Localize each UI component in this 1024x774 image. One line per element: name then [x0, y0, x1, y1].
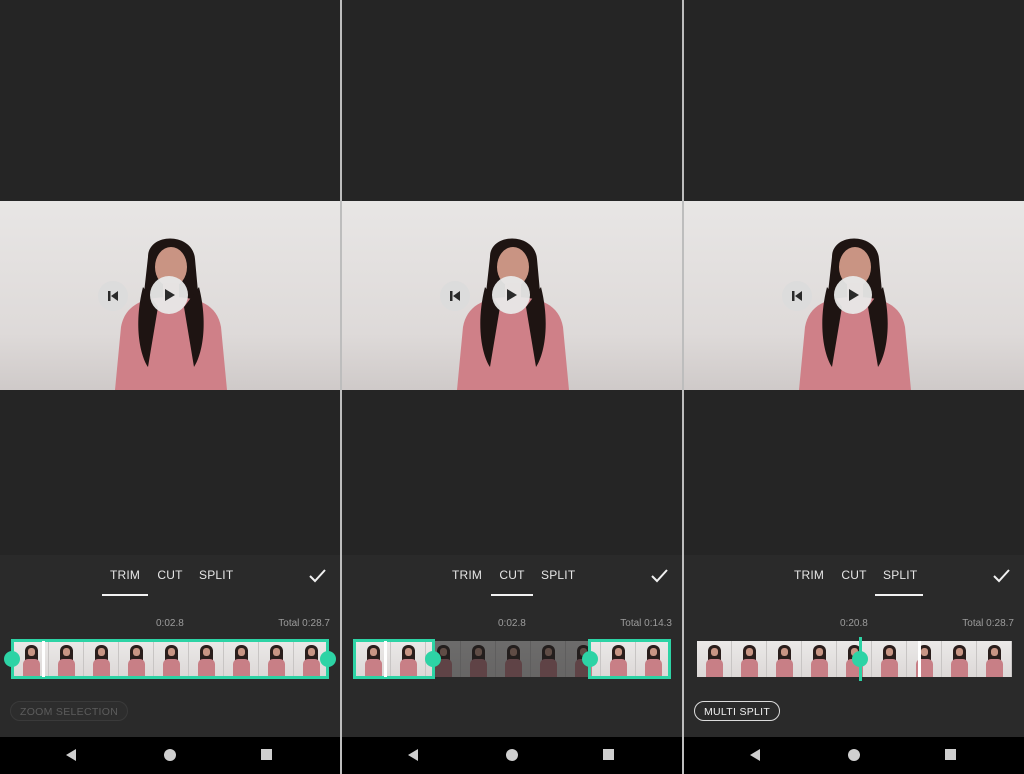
split-handle[interactable] — [852, 651, 868, 667]
tab-split[interactable]: SPLIT — [541, 567, 575, 595]
tab-split[interactable]: SPLIT — [199, 567, 233, 595]
checkmark-icon[interactable] — [649, 567, 669, 585]
tab-cut[interactable]: CUT — [157, 567, 183, 595]
video-preview[interactable] — [342, 201, 682, 390]
current-time: 0:02.8 — [498, 618, 526, 629]
frame-thumbnail — [977, 641, 1012, 677]
zoom-selection-button[interactable]: ZOOM SELECTION — [10, 701, 129, 721]
cut-end-handle[interactable] — [582, 651, 598, 667]
current-time: 0:02.8 — [156, 618, 184, 629]
current-time: 0:20.8 — [840, 618, 868, 629]
tab-trim[interactable]: TRIM — [452, 567, 482, 595]
recents-square-icon[interactable] — [260, 748, 273, 761]
home-circle-icon[interactable] — [505, 748, 519, 762]
multi-split-button[interactable]: MULTI SPLIT — [694, 701, 781, 721]
back-triangle-icon[interactable] — [406, 748, 420, 762]
cut-removed-region — [433, 641, 590, 677]
skip-previous-icon[interactable] — [782, 281, 812, 311]
trim-panel: TRIM CUT SPLIT 0:02.8 Total 0:28.7 ZOOM … — [0, 0, 340, 774]
cut-keep-right-box — [588, 639, 671, 679]
trim-selection-box — [11, 639, 329, 679]
cut-panel: TRIM CUT SPLIT 0:02.8 Total 0:14.3 — [342, 0, 682, 774]
frame-thumbnail — [802, 641, 837, 677]
playhead[interactable] — [384, 641, 387, 677]
editor-controls: TRIM CUT SPLIT 0:02.8 Total 0:28.7 ZOOM … — [0, 555, 340, 737]
skip-previous-icon[interactable] — [440, 281, 470, 311]
frame-thumbnail — [767, 641, 802, 677]
total-time: Total 0:14.3 — [620, 618, 672, 629]
video-preview[interactable] — [0, 201, 340, 390]
play-icon[interactable] — [492, 276, 530, 314]
checkmark-icon[interactable] — [991, 567, 1011, 585]
tab-trim[interactable]: TRIM — [794, 567, 824, 595]
recents-square-icon[interactable] — [944, 748, 957, 761]
playhead[interactable] — [918, 641, 921, 677]
total-time: Total 0:28.7 — [278, 618, 330, 629]
recents-square-icon[interactable] — [602, 748, 615, 761]
frame-thumbnail — [732, 641, 767, 677]
back-triangle-icon[interactable] — [748, 748, 762, 762]
trim-end-handle[interactable] — [320, 651, 336, 667]
skip-previous-icon[interactable] — [98, 281, 128, 311]
tab-trim[interactable]: TRIM — [102, 567, 148, 596]
home-circle-icon[interactable] — [847, 748, 861, 762]
back-triangle-icon[interactable] — [64, 748, 78, 762]
frame-thumbnail — [872, 641, 907, 677]
editor-controls: TRIM CUT SPLIT 0:20.8 Total 0:28.7 MULTI… — [684, 555, 1024, 737]
tab-cut[interactable]: CUT — [841, 567, 867, 595]
system-navbar — [0, 737, 340, 774]
playhead[interactable] — [42, 641, 45, 677]
tab-split[interactable]: SPLIT — [875, 567, 923, 596]
frame-thumbnail — [942, 641, 977, 677]
checkmark-icon[interactable] — [307, 567, 327, 585]
video-preview[interactable] — [684, 201, 1024, 390]
total-time: Total 0:28.7 — [962, 618, 1014, 629]
cut-keep-left-box — [353, 639, 435, 679]
trim-start-handle[interactable] — [4, 651, 20, 667]
editor-controls: TRIM CUT SPLIT 0:02.8 Total 0:14.3 — [342, 555, 682, 737]
split-panel: TRIM CUT SPLIT 0:20.8 Total 0:28.7 MULTI… — [684, 0, 1024, 774]
system-navbar — [684, 737, 1024, 774]
system-navbar — [342, 737, 682, 774]
frame-thumbnail — [697, 641, 732, 677]
frame-thumbnail — [907, 641, 942, 677]
tab-cut[interactable]: CUT — [491, 567, 533, 596]
play-icon[interactable] — [150, 276, 188, 314]
home-circle-icon[interactable] — [163, 748, 177, 762]
play-icon[interactable] — [834, 276, 872, 314]
cut-start-handle[interactable] — [425, 651, 441, 667]
